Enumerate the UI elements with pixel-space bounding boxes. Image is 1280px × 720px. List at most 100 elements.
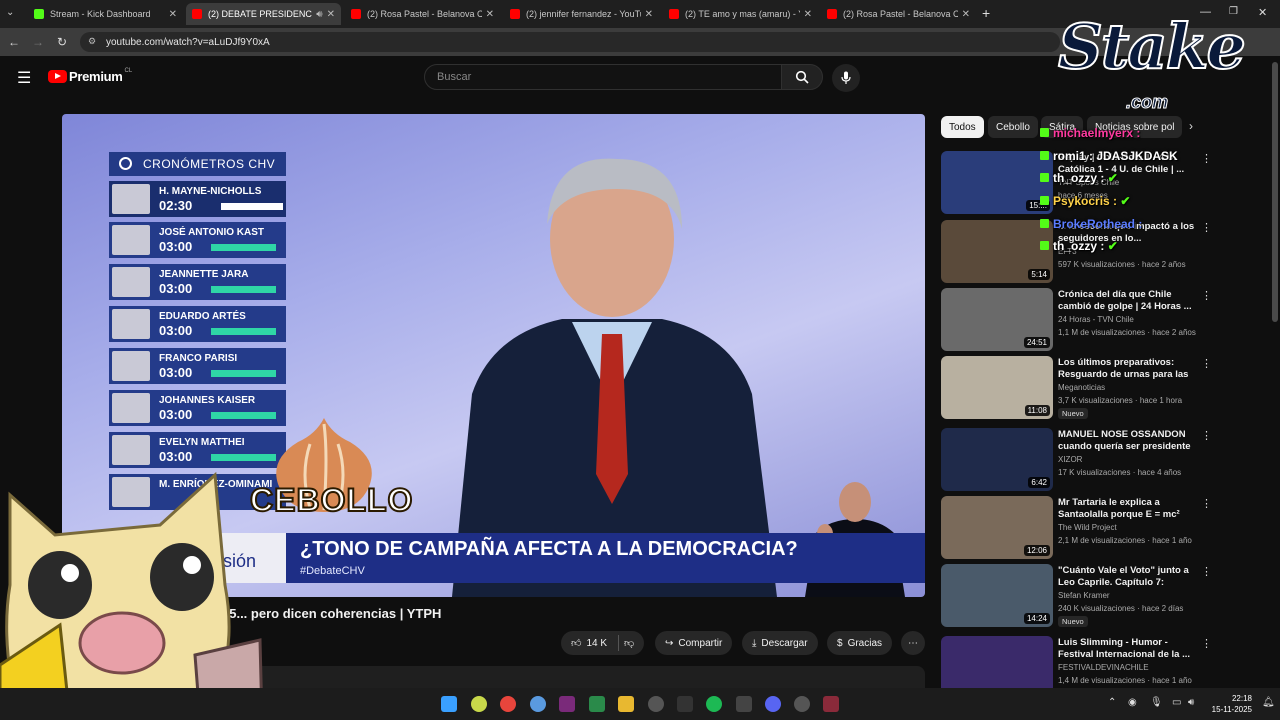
chrome-icon[interactable] — [500, 696, 516, 712]
thanks-icon: $ — [837, 637, 843, 649]
close-tab-icon[interactable]: ✕ — [327, 9, 335, 20]
speaker-icon[interactable]: 🔊︎ — [316, 9, 322, 20]
close-tab-icon[interactable]: ✕ — [645, 9, 653, 20]
more-options-icon[interactable]: ⋮ — [1201, 152, 1212, 165]
recommendation-item[interactable]: 11:08 Los últimos preparativos: Resguard… — [941, 356, 1216, 420]
search-input[interactable]: Buscar — [424, 64, 782, 90]
app-icon[interactable] — [648, 696, 664, 712]
more-options-icon[interactable]: ⋮ — [1201, 357, 1212, 370]
windows-start-icon[interactable] — [441, 696, 457, 712]
channel-name[interactable]: FESTIVALDEVINACHILE — [1058, 663, 1149, 672]
channel-name[interactable]: Meganoticias — [1058, 383, 1105, 392]
more-options-icon[interactable]: ⋮ — [1201, 497, 1212, 510]
page-scrollbar[interactable] — [1272, 62, 1278, 322]
tray-chevron-icon[interactable]: ⌃ — [1108, 697, 1116, 708]
notification-icon[interactable]: 🔔︎ — [1262, 697, 1275, 708]
video-thumbnail[interactable]: 24:51 — [941, 288, 1053, 351]
app-icon[interactable] — [677, 696, 693, 712]
chevron-right-icon[interactable]: › — [1189, 119, 1193, 133]
video-thumbnail[interactable]: 12:06 — [941, 496, 1053, 559]
thumbs-down-icon[interactable]: 👎︎ — [624, 637, 634, 649]
tab-debate-presidencial[interactable]: (2) DEBATE PRESIDENCIAL 2 🔊︎ ✕ — [186, 3, 341, 25]
reload-icon[interactable]: ↻ — [50, 35, 74, 49]
video-thumbnail[interactable]: 5:14 — [941, 220, 1053, 283]
candidate-row: EDUARDO ARTÉS 03:00 — [109, 306, 286, 342]
video-thumbnail[interactable]: 11:08 — [941, 356, 1053, 419]
close-tab-icon[interactable]: ✕ — [169, 9, 177, 20]
new-tab-icon[interactable]: + — [982, 5, 990, 21]
network-icon[interactable]: ▭ — [1172, 697, 1181, 708]
app-icon[interactable] — [823, 696, 839, 712]
recommendation-item[interactable]: 14:24 "Cuánto Vale el Voto" junto a Leo … — [941, 564, 1216, 628]
tab-jennifer-fernandez[interactable]: (2) jennifer fernandez - YouTube ✕ — [504, 3, 659, 25]
app-icon[interactable] — [530, 696, 546, 712]
tab-kick-dashboard[interactable]: Stream - Kick Dashboard ✕ — [28, 3, 183, 25]
recommendation-title[interactable]: Luis Slimming - Humor - Festival Interna… — [1058, 637, 1198, 661]
app-icon[interactable] — [559, 696, 575, 712]
chip-cebollo[interactable]: Cebollo — [988, 116, 1038, 138]
youtube-logo[interactable]: Premium CL — [48, 68, 132, 84]
recommendation-title[interactable]: Mr Tartaria le explica a Santaolalla por… — [1058, 497, 1198, 521]
site-info-icon[interactable]: ⚙ — [88, 36, 96, 47]
candidate-name: JOSÉ ANTONIO KAST — [159, 227, 265, 238]
candidate-time: 03:00 — [159, 365, 193, 380]
channel-name[interactable]: 24 Horas - TVN Chile — [1058, 315, 1134, 324]
tab-rosa-pastel[interactable]: (2) Rosa Pastel - Belanova COVER ✕ — [345, 3, 500, 25]
tab-te-amo[interactable]: (2) TE amo y mas (amaru) - You ✕ — [663, 3, 818, 25]
back-icon[interactable]: ← — [2, 35, 26, 49]
forward-icon[interactable]: → — [26, 35, 50, 49]
search-button[interactable] — [781, 64, 823, 90]
menu-icon[interactable]: ☰ — [17, 68, 31, 88]
spotify-icon[interactable] — [706, 696, 722, 712]
video-thumbnail[interactable]: 15:... — [941, 151, 1053, 214]
share-button[interactable]: ↪ Compartir — [655, 631, 733, 655]
recommendation-item[interactable]: 24:51 Crónica del día que Chile cambió d… — [941, 288, 1216, 352]
tab-title: (2) DEBATE PRESIDENCIAL 2 — [208, 9, 312, 19]
tray-icon[interactable]: ◉ — [1128, 697, 1137, 708]
recommendation-item[interactable]: 6:42 MANUEL NOSE OSSANDON cuando quería … — [941, 428, 1216, 492]
recommendation-title[interactable]: Los últimos preparativos: Resguardo de u… — [1058, 357, 1198, 381]
microphone-tray-icon[interactable]: 🎙︎ — [1150, 697, 1163, 708]
voice-search-button[interactable] — [832, 64, 860, 92]
youtube-favicon-icon — [192, 9, 202, 19]
recommendation-title[interactable]: Crónica del día que Chile cambió de golp… — [1058, 289, 1198, 313]
app-icon[interactable] — [471, 696, 487, 712]
video-thumbnail[interactable]: 14:24 — [941, 564, 1053, 627]
more-options-icon[interactable]: ⋮ — [1201, 565, 1212, 578]
recommendation-title[interactable]: "Cuánto Vale el Voto" junto a Leo Capril… — [1058, 565, 1198, 589]
close-tab-icon[interactable]: ✕ — [962, 9, 970, 20]
more-options-icon[interactable]: ⋮ — [1201, 637, 1212, 650]
discord-icon[interactable] — [765, 696, 781, 712]
app-icon[interactable] — [794, 696, 810, 712]
like-button[interactable]: 👍︎ 14 K 👎︎ — [561, 631, 645, 655]
like-count: 14 K — [586, 637, 608, 649]
system-clock[interactable]: 22:18 15-11-2025 — [1204, 693, 1252, 715]
channel-name[interactable]: Stefan Kramer — [1058, 591, 1110, 600]
app-icon[interactable] — [736, 696, 752, 712]
file-explorer-icon[interactable] — [618, 696, 634, 712]
channel-name[interactable]: The Wild Project — [1058, 523, 1117, 532]
recommendation-title[interactable]: MANUEL NOSE OSSANDON cuando quería ser p… — [1058, 429, 1198, 453]
chip-todos[interactable]: Todos — [941, 116, 984, 138]
channel-name[interactable]: XIZOR — [1058, 455, 1082, 464]
recommendation-item[interactable]: Luis Slimming - Humor - Festival Interna… — [941, 636, 1216, 688]
tab-search-icon[interactable]: ⌄ — [6, 7, 14, 18]
download-button[interactable]: ⤓ Descargar — [742, 631, 818, 655]
thanks-button[interactable]: $ Gracias — [827, 631, 893, 655]
close-tab-icon[interactable]: ✕ — [804, 9, 812, 20]
thumbs-up-icon: 👍︎ — [571, 638, 582, 649]
close-window-icon[interactable]: ✕ — [1258, 6, 1267, 19]
url-field[interactable]: ⚙ youtube.com/watch?v=aLuDJf9Y0xA — [80, 32, 1060, 52]
more-options-icon[interactable]: ⋮ — [1201, 289, 1212, 302]
recommendation-item[interactable]: 12:06 Mr Tartaria le explica a Santaolal… — [941, 496, 1216, 560]
more-options-icon[interactable]: ⋮ — [1201, 429, 1212, 442]
more-options-icon[interactable]: ⋮ — [1201, 221, 1212, 234]
video-thumbnail[interactable]: 6:42 — [941, 428, 1053, 491]
more-actions-button[interactable]: ⋯ — [901, 631, 925, 655]
candidate-name: H. MAYNE-NICHOLLS — [159, 186, 262, 197]
tab-rosa-pastel-2[interactable]: (2) Rosa Pastel - Belanova COVER ✕ — [821, 3, 976, 25]
close-tab-icon[interactable]: ✕ — [486, 9, 494, 20]
video-thumbnail[interactable] — [941, 636, 1053, 688]
volume-icon[interactable]: 🔊︎ — [1188, 697, 1194, 708]
app-icon[interactable] — [589, 696, 605, 712]
